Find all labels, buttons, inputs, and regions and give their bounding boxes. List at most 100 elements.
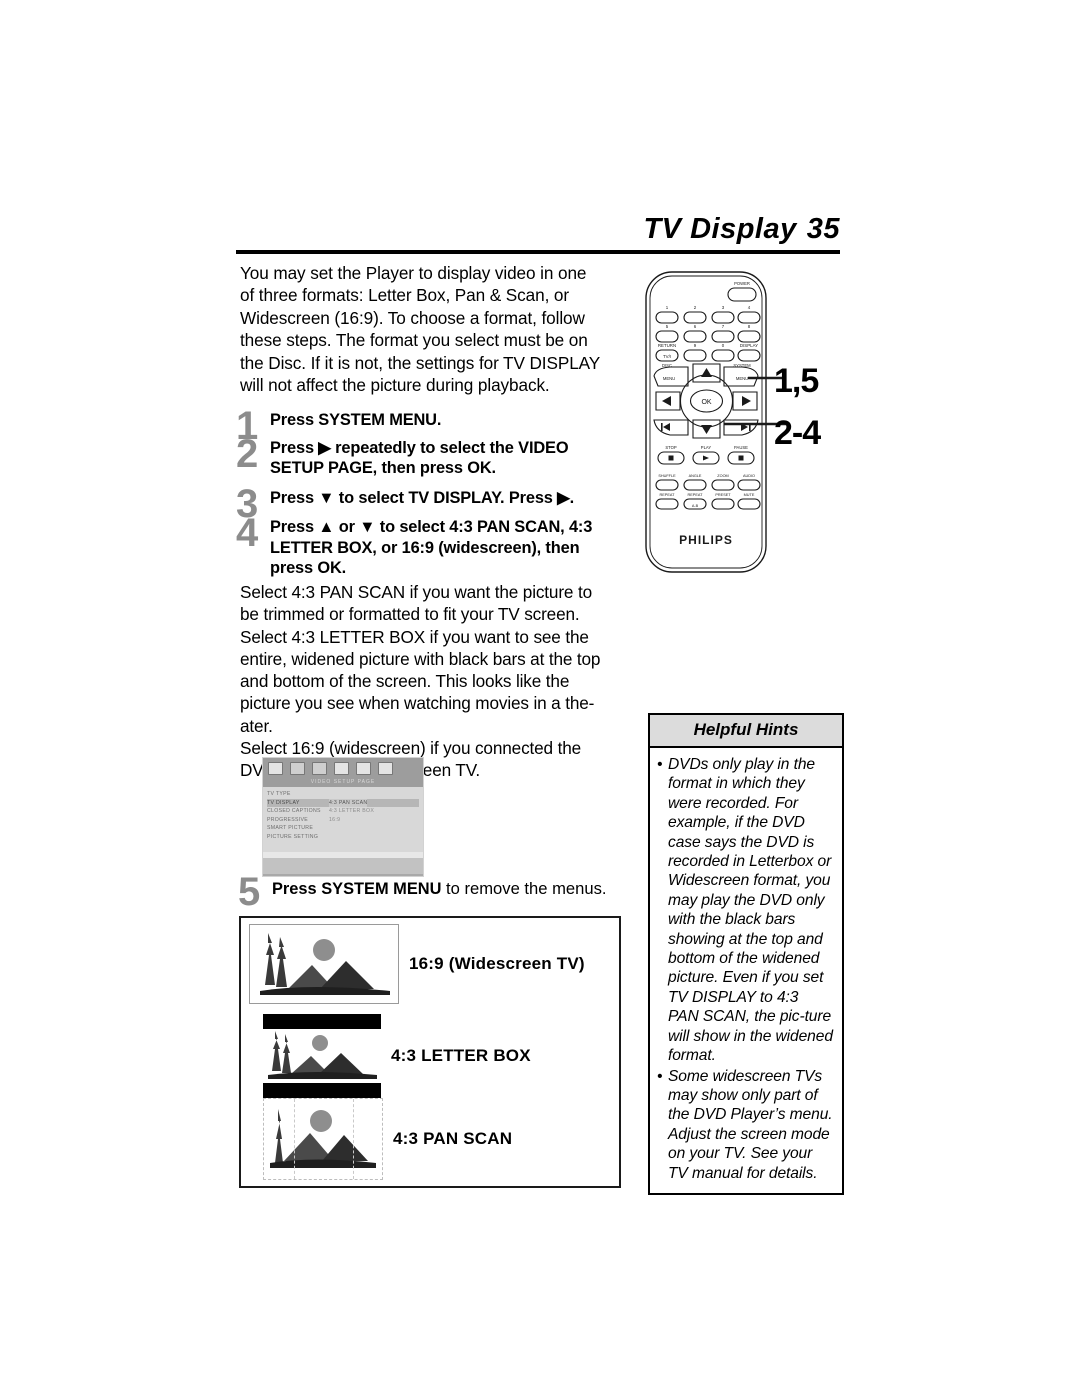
format-label-widescreen: 16:9 (Widescreen TV) [409, 954, 585, 973]
letterbox-tv-thumbnail [263, 1014, 381, 1098]
osd-row: PICTURE SETTING [267, 833, 419, 842]
panscan-crop-guide-left [293, 1099, 296, 1179]
osd-row-label: CLOSED CAPTIONS [267, 808, 321, 815]
widescreen-tv-thumbnail [249, 924, 399, 1004]
svg-text:ZOOM: ZOOM [717, 474, 728, 478]
svg-text:SYSTEM: SYSTEM [733, 363, 751, 368]
osd-row-value: 4:3 LETTER BOX [329, 808, 375, 815]
page-number: 35 [806, 213, 840, 245]
osd-row-label: PICTURE SETTING [267, 833, 319, 840]
step-number: 5 [238, 870, 261, 914]
manual-page: TV Display 35 You may set the Player to d… [0, 0, 1080, 1397]
step-text: Press SYSTEM MENU. [270, 411, 442, 430]
body-paragraph-letterbox: Select 4:3 LETTER BOX if you want to see… [240, 626, 601, 736]
step-item: 2 Press ▶ repeatedly to select the VIDEO… [236, 434, 605, 479]
osd-page-title: VIDEO SETUP PAGE [263, 778, 423, 787]
svg-text:STOP: STOP [665, 445, 677, 450]
svg-text:REPEAT: REPEAT [660, 493, 676, 497]
svg-text:MUTE: MUTE [744, 493, 755, 497]
header-rule [236, 250, 840, 254]
format-row-letterbox: 4:3 LETTER BOX [241, 1014, 531, 1098]
osd-row: CLOSED CAPTIONS 4:3 LETTER BOX [267, 807, 419, 816]
exit-setup-icon [378, 761, 393, 775]
step-item: 1 Press SYSTEM MENU. [236, 406, 605, 446]
hint-text: DVDs only play in the format in which th… [668, 756, 833, 1065]
callout-navigation: 2-4 [774, 414, 821, 452]
letterbox-top-bar [263, 1014, 381, 1029]
audio-setup-icon [290, 761, 305, 775]
svg-text:5: 5 [666, 324, 669, 329]
page-title: TV Display 35 [236, 212, 840, 246]
step-item: 4 Press ▲ or ▼ to select 4:3 PAN SCAN, 4… [236, 513, 605, 579]
osd-menu-list: TV TYPE TV DISPLAY 4:3 PAN SCAN CLOSED C… [263, 787, 423, 852]
svg-text:8: 8 [748, 324, 751, 329]
osd-row-selected: TV DISPLAY 4:3 PAN SCAN [267, 798, 419, 808]
landscape-scene-icon [263, 1029, 381, 1083]
main-text-column: You may set the Player to display video … [236, 262, 605, 782]
step5-light-text: to remove the menus. [441, 879, 607, 898]
hint-item: • DVDs only play in the format in which … [657, 755, 833, 1066]
helpful-hints-box: Helpful Hints • DVDs only play in the fo… [648, 713, 844, 1195]
preference-setup-icon [334, 761, 349, 775]
callout-system-menu: 1,5 [774, 362, 819, 400]
letterbox-bottom-bar [263, 1083, 381, 1098]
svg-text:1: 1 [666, 305, 669, 310]
landscape-scene-icon [264, 1099, 382, 1179]
step-text: Press ▶ repeatedly to select the VIDEO S… [270, 438, 569, 478]
svg-text:MENU: MENU [663, 376, 675, 381]
remote-control-illustration: POWER 1234 5678 RETURN 9 0 DISPLAY TV/I … [636, 268, 866, 578]
step-text: Press ▼ to select TV DISPLAY. Press ▶. [270, 488, 575, 507]
step-item: 3 Press ▼ to select TV DISPLAY. Press ▶. [236, 484, 605, 524]
format-label-panscan: 4:3 PAN SCAN [393, 1129, 513, 1148]
svg-text:DISPLAY: DISPLAY [740, 343, 758, 348]
landscape-scene-icon [250, 925, 398, 1003]
helpful-hints-body: • DVDs only play in the format in which … [650, 748, 842, 1193]
svg-text:SHUFFLE: SHUFFLE [658, 474, 676, 478]
osd-footer-lower [263, 874, 423, 876]
osd-footer [263, 858, 423, 874]
osd-row-label: TV TYPE [267, 791, 291, 797]
password-setup-icon [356, 761, 371, 775]
body-paragraph-panscan: Select 4:3 PAN SCAN if you want the pict… [240, 581, 592, 625]
svg-text:PLAY: PLAY [701, 445, 712, 450]
svg-text:RETURN: RETURN [658, 343, 676, 348]
svg-text:2: 2 [694, 305, 697, 310]
svg-text:6: 6 [694, 324, 697, 329]
format-illustration-box: 16:9 (Widescreen TV) 4:3 LETTER BOX 4:3 … [239, 916, 621, 1188]
step-number: 4 [236, 511, 259, 556]
osd-row-value: 16:9 [329, 816, 341, 823]
svg-text:7: 7 [722, 324, 725, 329]
svg-text:PAUSE: PAUSE [734, 445, 748, 450]
bullet-icon: • [657, 1067, 663, 1085]
format-row-widescreen: 16:9 (Widescreen TV) [241, 924, 585, 1004]
osd-icon-bar [263, 758, 423, 778]
svg-text:0: 0 [722, 343, 725, 348]
osd-row-value: 4:3 PAN SCAN [329, 798, 368, 808]
svg-text:9: 9 [694, 343, 697, 348]
page-header: TV Display 35 [236, 212, 840, 254]
osd-row-label: TV DISPLAY [267, 799, 300, 806]
general-setup-icon [268, 761, 283, 775]
bullet-icon: • [657, 756, 663, 773]
svg-text:A-B: A-B [692, 504, 699, 508]
svg-text:TV/I: TV/I [663, 354, 671, 359]
osd-screenshot: VIDEO SETUP PAGE TV TYPE TV DISPLAY 4:3 … [262, 757, 424, 877]
format-row-panscan: 4:3 PAN SCAN [241, 1098, 512, 1180]
svg-text:MENU: MENU [736, 376, 748, 381]
remote-control-svg: POWER 1234 5678 RETURN 9 0 DISPLAY TV/I … [645, 271, 786, 573]
svg-text:OK: OK [701, 399, 711, 406]
step-text: Press SYSTEM MENU to remove the menus. [240, 878, 630, 900]
svg-text:REPEAT: REPEAT [688, 493, 704, 497]
osd-row: TV TYPE [267, 790, 419, 799]
svg-text:PHILIPS: PHILIPS [679, 533, 733, 547]
svg-text:DISC: DISC [662, 363, 672, 368]
svg-text:PRESET: PRESET [715, 493, 731, 497]
svg-text:ANGLE: ANGLE [689, 474, 702, 478]
step5-bold-text: Press SYSTEM MENU [272, 880, 442, 898]
osd-row-label: PROGRESSIVE [267, 816, 309, 823]
helpful-hints-title: Helpful Hints [650, 715, 842, 748]
step-number: 2 [236, 431, 259, 476]
osd-row: PROGRESSIVE 16:9 [267, 816, 419, 825]
osd-row-label: SMART PICTURE [267, 825, 314, 832]
steps-list: 1 Press SYSTEM MENU. 2 Press ▶ repeatedl… [236, 406, 605, 579]
